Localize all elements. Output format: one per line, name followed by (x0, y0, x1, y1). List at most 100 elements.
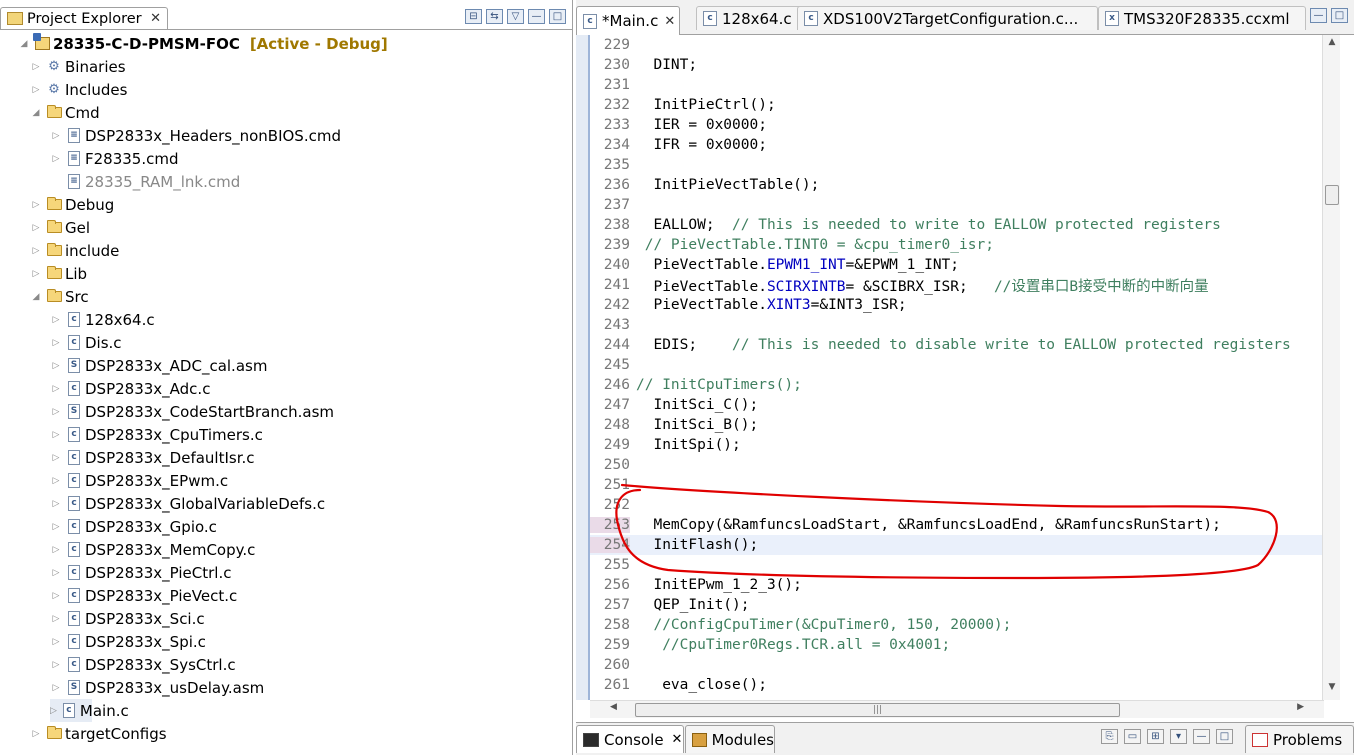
tree-item-dsp2833x-sysctrl-c[interactable]: ▷ c DSP2833x_SysCtrl.c (50, 653, 236, 676)
tree-item-28335-ram-lnk-cmd[interactable]: ≡ 28335_RAM_lnk.cmd (50, 170, 240, 193)
tree-project-root[interactable]: ◢ 28335-C-D-PMSM-FOC [Active - Debug] (18, 32, 388, 55)
close-icon[interactable]: ✕ (672, 732, 683, 747)
file-icon: c (66, 335, 82, 351)
collapse-icon[interactable]: ◢ (30, 108, 42, 118)
console-tool-icon[interactable]: ▭ (1124, 729, 1141, 744)
scroll-thumb[interactable] (1325, 185, 1339, 205)
expand-icon[interactable]: ▷ (50, 361, 62, 371)
expand-icon[interactable]: ▷ (30, 269, 42, 279)
console-tool-icon[interactable]: □ (1216, 729, 1233, 744)
console-tool-icon[interactable]: ⊞ (1147, 729, 1164, 744)
tree-item-gel[interactable]: ▷ Gel (30, 216, 91, 239)
expand-icon[interactable]: ▷ (30, 85, 42, 95)
tree-item-dsp2833x-headers-nonbios-cmd[interactable]: ▷ ≡ DSP2833x_Headers_nonBIOS.cmd (50, 124, 341, 147)
tree-item-dsp2833x-cputimers-c[interactable]: ▷ c DSP2833x_CpuTimers.c (50, 423, 263, 446)
tree-item-dsp2833x-codestartbranch-asm[interactable]: ▷ S DSP2833x_CodeStartBranch.asm (50, 400, 334, 423)
tree-item-dsp2833x-sci-c[interactable]: ▷ c DSP2833x_Sci.c (50, 607, 205, 630)
expand-icon[interactable]: ▷ (50, 499, 62, 509)
expand-icon[interactable]: ▷ (50, 660, 62, 670)
code-text: MemCopy(&RamfuncsLoadStart, &RamfuncsLoa… (630, 517, 1220, 533)
maximize-icon[interactable]: □ (549, 9, 566, 24)
tree-item-targetconfigs[interactable]: ▷ targetConfigs (30, 722, 167, 745)
expand-icon[interactable]: ▷ (50, 591, 62, 601)
expand-icon[interactable]: ▷ (50, 476, 62, 486)
expand-icon[interactable]: ▷ (50, 154, 62, 164)
tree-item-128x64-c[interactable]: ▷ c 128x64.c (50, 308, 155, 331)
tree-item-dsp2833x-memcopy-c[interactable]: ▷ c DSP2833x_MemCopy.c (50, 538, 256, 561)
tree-item-src[interactable]: ◢ Src (30, 285, 89, 308)
expand-icon[interactable]: ▷ (30, 62, 42, 72)
tree-item-lib[interactable]: ▷ Lib (30, 262, 88, 285)
tab-label: *Main.c (602, 12, 659, 30)
expand-icon[interactable]: ▷ (50, 568, 62, 578)
expand-icon[interactable]: ▷ (30, 729, 42, 739)
expand-icon[interactable]: ▷ (50, 545, 62, 555)
expand-icon[interactable]: ▷ (50, 315, 62, 325)
tree-item-cmd[interactable]: ◢ Cmd (30, 101, 100, 124)
minimize-icon[interactable]: — (528, 9, 545, 24)
code-line: 258 //ConfigCpuTimer(&CpuTimer0, 150, 20… (590, 615, 1324, 635)
link-editor-icon[interactable]: ⇆ (486, 9, 503, 24)
expand-icon[interactable]: ▷ (50, 430, 62, 440)
expand-icon[interactable]: ▷ (50, 683, 62, 693)
code-line: 229 (590, 35, 1324, 55)
close-icon[interactable]: ✕ (150, 11, 161, 26)
expand-icon[interactable]: ▷ (30, 246, 42, 256)
tree-item-f28335-cmd[interactable]: ▷ ≡ F28335.cmd (50, 147, 179, 170)
scroll-left-icon[interactable]: ◀ (610, 702, 617, 712)
expand-icon[interactable]: ▷ (30, 200, 42, 210)
tree-item-dsp2833x-piectrl-c[interactable]: ▷ c DSP2833x_PieCtrl.c (50, 561, 232, 584)
scroll-right-icon[interactable]: ▶ (1297, 702, 1304, 712)
hscroll-thumb[interactable]: ||| (635, 703, 1120, 717)
minimize-icon[interactable]: — (1310, 8, 1327, 23)
tree-item-dsp2833x-adc-cal-asm[interactable]: ▷ S DSP2833x_ADC_cal.asm (50, 354, 268, 377)
horizontal-scrollbar[interactable]: ◀ ||| ▶ (590, 700, 1324, 718)
tree-item-dsp2833x-pievect-c[interactable]: ▷ c DSP2833x_PieVect.c (50, 584, 238, 607)
tree-item-includes[interactable]: ▷ ⚙ Includes (30, 78, 128, 101)
tree-item-include[interactable]: ▷ include (30, 239, 120, 262)
expand-icon[interactable]: ▷ (30, 223, 42, 233)
vertical-scrollbar[interactable]: ▲ ▼ (1322, 35, 1340, 700)
tree-item-main-c[interactable]: ▷ c Main.c (50, 699, 129, 722)
code-area[interactable]: 229 230 DINT; 231 232 InitPieCtrl(); 233 IER… (590, 35, 1324, 700)
tree-item-dsp2833x-usdelay-asm[interactable]: ▷ S DSP2833x_usDelay.asm (50, 676, 265, 699)
tab--main-c[interactable]: c *Main.c ✕ (576, 6, 680, 35)
close-icon[interactable]: ✕ (664, 14, 675, 29)
collapse-icon[interactable]: ◢ (30, 292, 42, 302)
console-tool-icon[interactable]: ⎘ (1101, 729, 1118, 744)
tree-item-dsp2833x-gpio-c[interactable]: ▷ c DSP2833x_Gpio.c (50, 515, 217, 538)
tree-item-dsp2833x-epwm-c[interactable]: ▷ c DSP2833x_EPwm.c (50, 469, 229, 492)
editor-window-tools: — □ (1310, 8, 1348, 23)
expand-icon[interactable]: ▷ (50, 384, 62, 394)
console-tool-icon[interactable]: — (1193, 729, 1210, 744)
tree-item-dsp2833x-globalvariabledefs-c[interactable]: ▷ c DSP2833x_GlobalVariableDefs.c (50, 492, 326, 515)
tree-item-dsp2833x-spi-c[interactable]: ▷ c DSP2833x_Spi.c (50, 630, 206, 653)
expand-icon[interactable]: ▷ (50, 614, 62, 624)
tab-console[interactable]: Console ✕ (576, 725, 684, 753)
expand-icon[interactable]: ▷ (50, 131, 62, 141)
tab-project-explorer[interactable]: Project Explorer ✕ (0, 7, 168, 29)
maximize-icon[interactable]: □ (1331, 8, 1348, 23)
tab-tms320f28335-ccxml[interactable]: x TMS320F28335.ccxml (1098, 6, 1306, 30)
collapse-all-icon[interactable]: ⊟ (465, 9, 482, 24)
folder-icon (46, 726, 62, 742)
view-menu-icon[interactable]: ▽ (507, 9, 524, 24)
expand-icon[interactable]: ▷ (50, 453, 62, 463)
tree-item-dis-c[interactable]: ▷ c Dis.c (50, 331, 122, 354)
expand-icon[interactable]: ▷ (50, 338, 62, 348)
scroll-up-icon[interactable]: ▲ (1323, 37, 1341, 53)
expand-icon[interactable]: ▷ (50, 522, 62, 532)
tab-problems[interactable]: Problems (1245, 725, 1354, 753)
tab-xds100v2targetconfiguration-c-[interactable]: c XDS100V2TargetConfiguration.c... (797, 6, 1098, 30)
tree-item-binaries[interactable]: ▷ ⚙ Binaries (30, 55, 126, 78)
tree-item-debug[interactable]: ▷ Debug (30, 193, 115, 216)
expand-icon[interactable]: ▷ (50, 637, 62, 647)
expand-icon[interactable]: ◢ (18, 39, 30, 49)
scroll-down-icon[interactable]: ▼ (1323, 682, 1341, 698)
tree-item-dsp2833x-defaultisr-c[interactable]: ▷ c DSP2833x_DefaultIsr.c (50, 446, 255, 469)
console-tool-icon[interactable]: ▾ (1170, 729, 1187, 744)
tab-modules[interactable]: Modules (685, 725, 775, 753)
expand-icon[interactable]: ▷ (50, 407, 62, 417)
tree-item-dsp2833x-adc-c[interactable]: ▷ c DSP2833x_Adc.c (50, 377, 211, 400)
expand-icon[interactable]: ▷ (50, 706, 57, 716)
